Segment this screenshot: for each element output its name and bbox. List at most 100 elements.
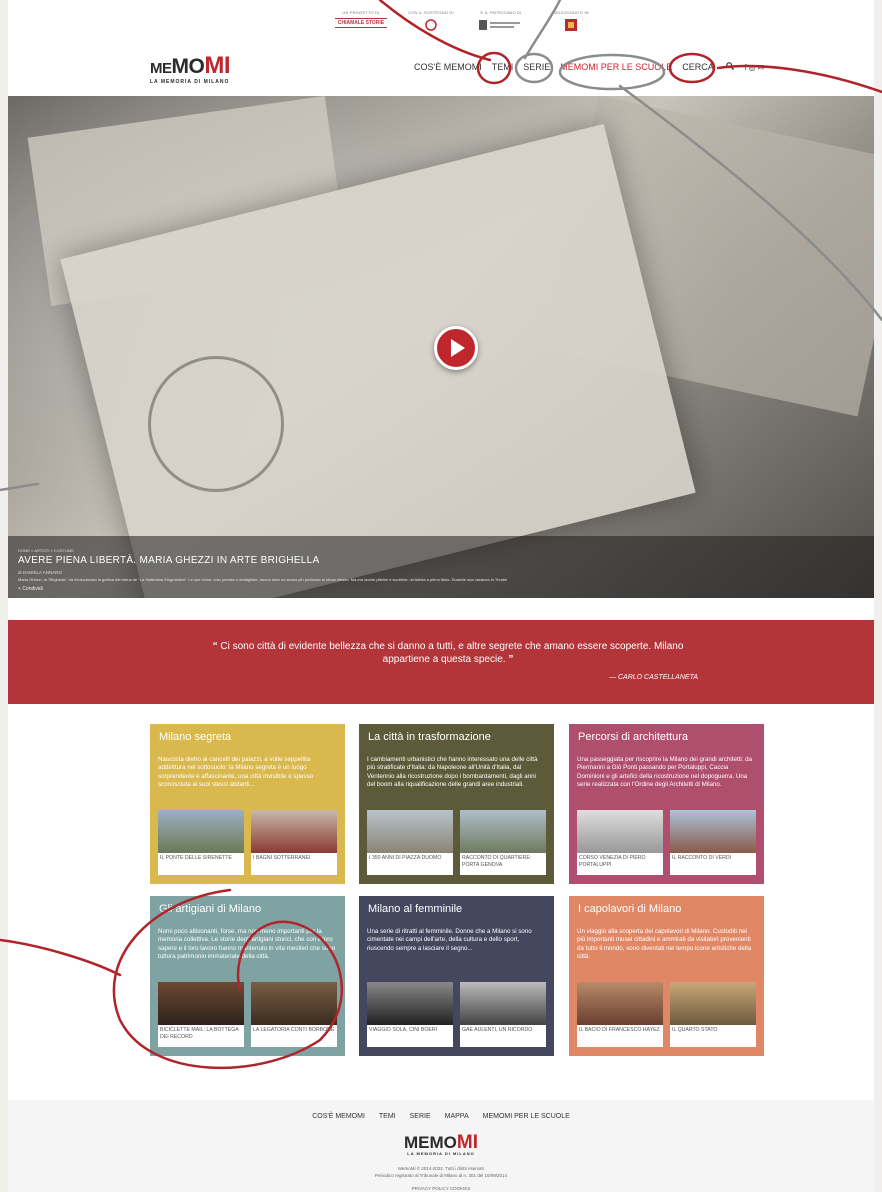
site-footer: COS'È MEMOMI TEMI SERIE MAPPA MEMOMI PER LE …	[8, 1100, 874, 1192]
series-title[interactable]: I capolavori di Milano	[578, 903, 681, 915]
episode-thumb[interactable]: CORSO VENEZIA DI PIERO PORTALUPPI	[577, 810, 663, 875]
nav-cerca[interactable]: CERCA	[682, 62, 735, 72]
footer-link-cose-memomi[interactable]: COS'È MEMOMI	[312, 1113, 365, 1120]
municipality-logo-icon	[475, 18, 527, 32]
facebook-icon[interactable]: f	[744, 63, 746, 72]
episode-caption: GAE AULENTI, UN RICORDO	[462, 1027, 533, 1033]
sponsor-label: E IL PATROCINIO DI	[480, 10, 522, 15]
footer-link-scuole[interactable]: MEMOMI PER LE SCUOLE	[483, 1113, 570, 1120]
series-title[interactable]: Milano segreta	[159, 731, 231, 743]
series-description: Una serie di ritratti al femminile. Donn…	[367, 928, 532, 952]
hero-excerpt: Maria Ghezzi, la "Brighella", ha rivoluz…	[18, 577, 508, 582]
play-button[interactable]	[434, 326, 478, 370]
episode-image	[577, 810, 663, 853]
share-button[interactable]: < Condividi	[18, 586, 43, 592]
quote-body: Ci sono città di evidente bellezza che s…	[220, 641, 684, 665]
sponsor-label: UN PROGETTO DI	[342, 10, 380, 15]
share-icon: <	[18, 586, 21, 592]
instagram-icon[interactable]: ◎	[749, 63, 756, 72]
play-icon	[451, 339, 465, 357]
footer-copyright: MemoMi © 2014-2022. Tutti i diritti rise…	[8, 1165, 874, 1179]
episode-thumb[interactable]: IL PONTE DELLE SIRENETTE	[158, 810, 244, 875]
episode-caption: I 350 ANNI DI PIAZZA DUOMO	[369, 855, 442, 861]
episode-thumb[interactable]: IL QUARTO STATO	[670, 982, 756, 1047]
episode-thumb[interactable]: BICICLETTE MAIL: LA BOTTEGA DEI RECORD	[158, 982, 244, 1047]
episode-caption: IL PONTE DELLE SIRENETTE	[160, 855, 232, 861]
memomi-logo[interactable]: MEMOMI LA MEMORIA DI MILANO	[150, 54, 230, 86]
footer-nav: COS'È MEMOMI TEMI SERIE MAPPA MEMOMI PER LE …	[8, 1113, 874, 1120]
privacy-links[interactable]: PRIVACY POLICY COOKIES	[8, 1186, 874, 1191]
nav-temi[interactable]: TEMI	[492, 62, 514, 72]
sponsor-2[interactable]: CON IL SOSTEGNO DI	[396, 10, 466, 32]
episode-thumb[interactable]: GAE AULENTI, UN RICORDO	[460, 982, 546, 1047]
hero-video[interactable]: HOME » ARTISTI » COSTUME AVERE PIENA LIB…	[8, 96, 874, 598]
series-description: Un viaggio alla scoperta dei capolavori …	[577, 928, 752, 960]
nav-cose-memomi[interactable]: COS'È MEMOMI	[414, 62, 482, 72]
footer-link-temi[interactable]: TEMI	[379, 1113, 396, 1120]
series-title[interactable]: La città in trasformazione	[368, 731, 491, 743]
search-icon	[726, 62, 735, 70]
episode-image	[670, 810, 756, 853]
episode-thumb[interactable]: LA LEGATORIA CONTI BORBONE	[251, 982, 337, 1047]
sponsor-label: SELEZIONATO IN	[553, 10, 589, 15]
sponsor-4[interactable]: SELEZIONATO IN	[536, 10, 606, 32]
footer-link-serie[interactable]: SERIE	[410, 1113, 431, 1120]
episode-thumb[interactable]: RACCONTO DI QUARTIERE: PORTA GENOVA	[460, 810, 546, 875]
sponsor-bar: UN PROGETTO DI CHIAMALE STORIE CON IL SO…	[8, 0, 874, 42]
series-card[interactable]: Milano segreta Nascosta dietro ai cancel…	[150, 724, 345, 884]
episode-thumb[interactable]: I BAGNI SOTTERRANEI	[251, 810, 337, 875]
nav-serie[interactable]: SERIE	[523, 62, 550, 72]
quote-text: “ Ci sono città di evidente bellezza che…	[212, 641, 684, 665]
nav-cerca-label: CERCA	[682, 62, 714, 72]
site-header: MEMOMI LA MEMORIA DI MILANO COS'È MEMOMI…	[8, 42, 874, 97]
sponsor-1[interactable]: UN PROGETTO DI CHIAMALE STORIE	[326, 10, 396, 28]
series-title[interactable]: Gli artigiani di Milano	[159, 903, 261, 915]
episode-thumb[interactable]: IL RACCONTO DI VERDI	[670, 810, 756, 875]
nav-memomi-scuole[interactable]: MEMOMI PER LE SCUOLE	[560, 62, 672, 72]
hero-byline: di DANIELA ANNARO	[18, 570, 63, 575]
episode-image	[460, 982, 546, 1025]
footer-link-mappa[interactable]: MAPPA	[445, 1113, 469, 1120]
episode-thumb[interactable]: VIAGGIO SOLA, CINI BOERI	[367, 982, 453, 1047]
series-card[interactable]: Gli artigiani di Milano Nomi poco altiso…	[150, 896, 345, 1056]
episode-image	[460, 810, 546, 853]
episode-caption: BICICLETTE MAIL: LA BOTTEGA DEI RECORD	[160, 1027, 239, 1040]
series-title[interactable]: Percorsi di architettura	[578, 731, 688, 743]
episode-image	[251, 810, 337, 853]
episode-image	[158, 982, 244, 1025]
sponsor-logo: CHIAMALE STORIE	[335, 18, 387, 28]
episode-image	[367, 982, 453, 1025]
series-card[interactable]: I capolavori di Milano Un viaggio alla s…	[569, 896, 764, 1056]
series-card[interactable]: Milano al femminile Una serie di ritratt…	[359, 896, 554, 1056]
episode-caption: RACCONTO DI QUARTIERE: PORTA GENOVA	[462, 855, 532, 868]
episode-caption: IL BACIO DI FRANCESCO HAYEZ	[579, 1027, 660, 1033]
registration-text: Periodico registrato al Tribunale di Mil…	[374, 1173, 508, 1178]
episode-image	[577, 982, 663, 1025]
hero-bicycle-drawing	[148, 356, 284, 492]
episode-image	[670, 982, 756, 1025]
hero-title[interactable]: AVERE PIENA LIBERTÀ. MARIA GHEZZI IN ART…	[18, 555, 320, 566]
award-logo-icon	[545, 18, 597, 32]
sponsor-3[interactable]: E IL PATROCINIO DI	[466, 10, 536, 32]
series-card[interactable]: La città in trasformazione I cambiamenti…	[359, 724, 554, 884]
mail-icon[interactable]: ✉	[758, 63, 765, 72]
series-card[interactable]: Percorsi di architettura Una passeggiata…	[569, 724, 764, 884]
logo-mo: MO	[429, 1133, 457, 1152]
quote-banner: “ Ci sono città di evidente bellezza che…	[8, 620, 874, 704]
episode-caption: LA LEGATORIA CONTI BORBONE	[253, 1027, 335, 1033]
series-title[interactable]: Milano al femminile	[368, 903, 462, 915]
logo-me: ME	[404, 1133, 430, 1152]
episode-image	[251, 982, 337, 1025]
episode-thumb[interactable]: IL BACIO DI FRANCESCO HAYEZ	[577, 982, 663, 1047]
episode-thumb[interactable]: I 350 ANNI DI PIAZZA DUOMO	[367, 810, 453, 875]
episode-caption: IL QUARTO STATO	[672, 1027, 718, 1033]
share-label: Condividi	[22, 586, 43, 592]
breadcrumb[interactable]: HOME » ARTISTI » COSTUME	[18, 548, 74, 553]
episode-caption: I BAGNI SOTTERRANEI	[253, 855, 311, 861]
logo-mi: MI	[456, 1132, 478, 1153]
logo-subtitle: LA MEMORIA DI MILANO	[407, 1151, 475, 1156]
footer-logo[interactable]: MEMOMI LA MEMORIA DI MILANO	[394, 1132, 488, 1156]
series-description: Nomi poco altisonanti, forse, ma non men…	[158, 928, 336, 960]
main-nav: COS'È MEMOMI TEMI SERIE MEMOMI PER LE SCUOL…	[414, 62, 766, 72]
episode-image	[367, 810, 453, 853]
